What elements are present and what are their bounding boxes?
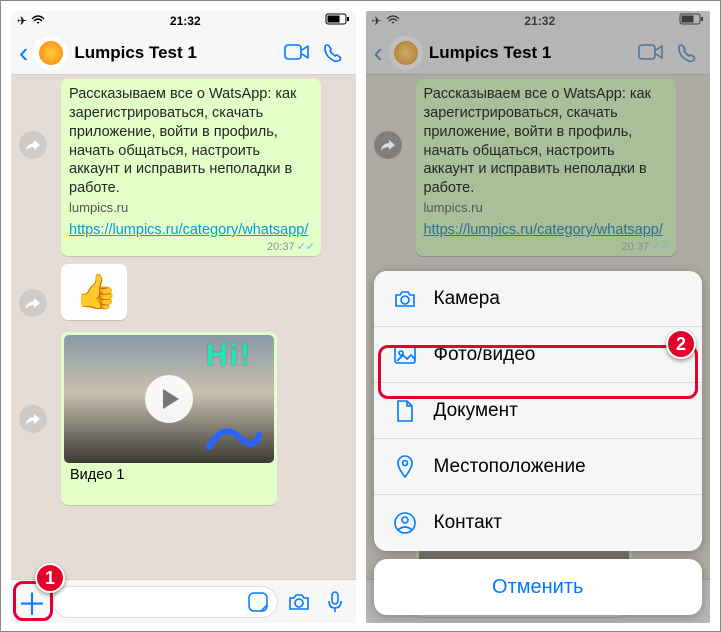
video-thumbnail[interactable]: Hi! xyxy=(64,335,274,463)
wifi-icon xyxy=(31,14,45,28)
contact-icon xyxy=(392,510,418,536)
video-message[interactable]: Hi! Видео 1 xyxy=(61,332,277,505)
mic-icon[interactable] xyxy=(320,587,350,617)
chat-body: Рассказываем все о WatsApp: как зарегист… xyxy=(11,75,356,579)
photo-icon xyxy=(392,342,418,368)
phone-right: ✈︎ 21:32 ‹ Lumpics Test 1 Рассказываем в… xyxy=(366,11,711,623)
sheet-cancel-label: Отменить xyxy=(492,576,583,599)
play-icon[interactable] xyxy=(145,375,193,423)
sheet-item-camera[interactable]: Камера xyxy=(374,271,703,327)
sheet-item-document[interactable]: Документ xyxy=(374,383,703,439)
forward-icon[interactable] xyxy=(19,289,47,317)
document-icon xyxy=(392,398,418,424)
sheet-item-contact[interactable]: Контакт xyxy=(374,495,703,551)
chat-title[interactable]: Lumpics Test 1 xyxy=(74,43,275,63)
message-text: Рассказываем все о WatsApp: как зарегист… xyxy=(69,86,296,196)
message-input[interactable] xyxy=(53,586,278,618)
avatar[interactable] xyxy=(34,36,68,70)
video-overlay-text: Hi! xyxy=(206,339,252,373)
forward-icon[interactable] xyxy=(19,405,47,433)
sheet-item-photo-video[interactable]: Фото/видео xyxy=(374,327,703,383)
camera-icon[interactable] xyxy=(284,587,314,617)
message-bubble[interactable]: Рассказываем все о WatsApp: как зарегист… xyxy=(61,79,321,256)
status-bar: ✈︎ 21:32 xyxy=(11,11,356,31)
voice-call-icon[interactable] xyxy=(318,38,348,68)
message-site: lumpics.ru xyxy=(69,200,313,217)
phone-left: ✈︎ 21:32 ‹ Lumpics Test 1 Рассказываем в… xyxy=(11,11,356,623)
sheet-cancel-button[interactable]: Отменить xyxy=(374,559,703,615)
status-time: 21:32 xyxy=(45,14,325,28)
thumbs-up-icon: 👍 xyxy=(75,273,117,311)
location-icon xyxy=(392,454,418,480)
sheet-item-label: Документ xyxy=(434,400,518,422)
camera-icon xyxy=(392,286,418,312)
message-link[interactable]: https://lumpics.ru/category/whatsapp/ xyxy=(69,221,313,240)
video-scribble-icon xyxy=(204,417,264,457)
forward-icon[interactable] xyxy=(19,131,47,159)
sheet-item-location[interactable]: Местоположение xyxy=(374,439,703,495)
action-sheet-group: Камера Фото/видео Документ Местоположени… xyxy=(374,271,703,551)
back-button[interactable]: ‹ xyxy=(19,39,28,67)
sheet-item-label: Камера xyxy=(434,288,500,310)
airplane-mode-icon: ✈︎ xyxy=(17,14,27,28)
attachment-action-sheet: Камера Фото/видео Документ Местоположени… xyxy=(374,271,703,615)
sheet-item-label: Местоположение xyxy=(434,456,586,478)
video-call-icon[interactable] xyxy=(282,38,312,68)
chat-header: ‹ Lumpics Test 1 xyxy=(11,31,356,75)
read-ticks-icon: ✓✓ xyxy=(297,241,315,253)
callout-badge-1: 1 xyxy=(35,563,65,593)
sticker-icon[interactable] xyxy=(247,591,269,613)
video-caption: Видео 1 xyxy=(64,463,274,483)
battery-icon xyxy=(326,14,350,28)
callout-badge-2: 2 xyxy=(666,329,696,359)
message-time: 20:37✓✓ xyxy=(267,240,315,254)
sheet-item-label: Контакт xyxy=(434,512,502,534)
sheet-item-label: Фото/видео xyxy=(434,344,536,366)
emoji-message[interactable]: 👍 xyxy=(61,264,127,320)
